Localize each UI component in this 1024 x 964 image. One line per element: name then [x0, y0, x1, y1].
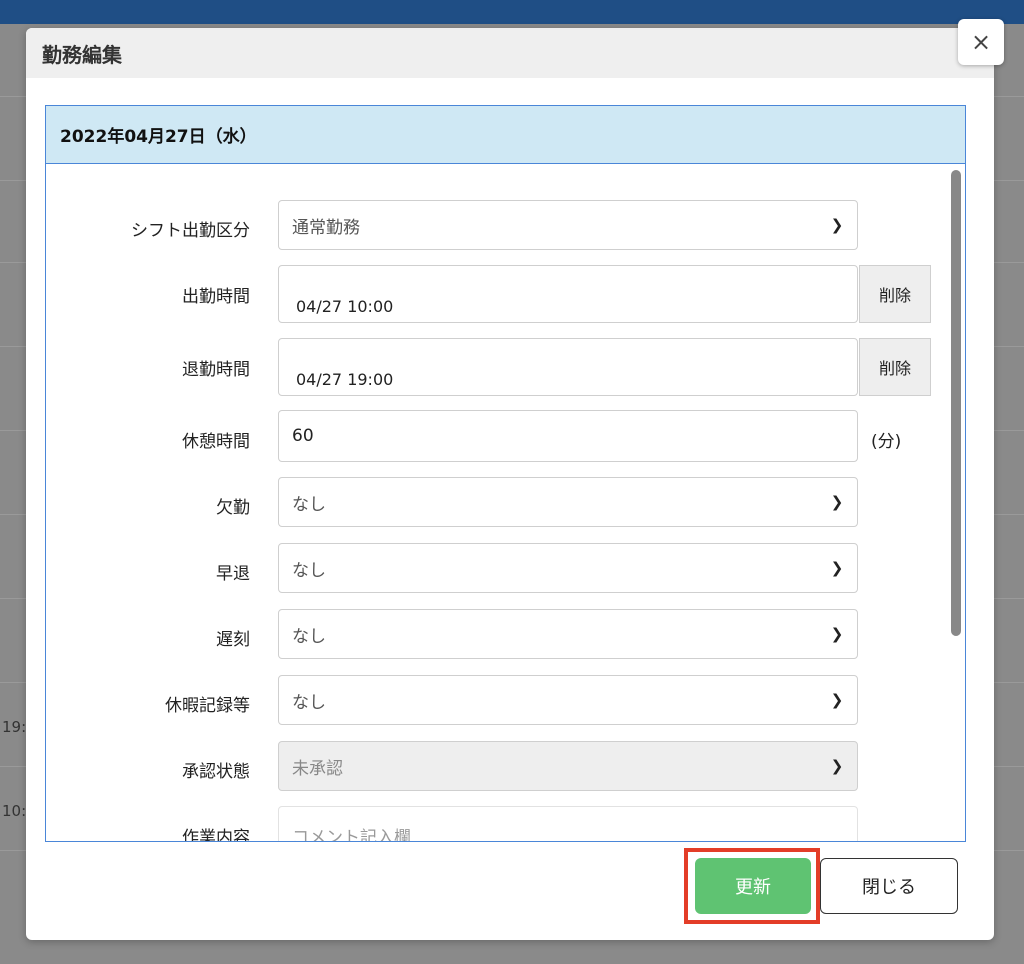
form-panel: 2022年04月27日（水） シフト出勤区分 通常勤務 ❯ 出勤時間 04/27… [45, 105, 966, 842]
early-leave-label: 早退 [216, 564, 250, 584]
leave-record-label: 休暇記録等 [165, 696, 250, 716]
close-icon[interactable]: × [958, 19, 1004, 65]
clock-in-input[interactable]: 04/27 10:00 [278, 265, 858, 323]
clock-in-delete-button[interactable]: 削除 [859, 265, 931, 323]
close-button[interactable]: 閉じる [820, 858, 958, 914]
late-value: なし [292, 626, 326, 647]
late-select[interactable]: なし ❯ [278, 609, 858, 659]
chevron-down-icon: ❯ [830, 757, 844, 775]
early-leave-value: なし [292, 560, 326, 581]
chevron-down-icon: ❯ [830, 559, 844, 577]
top-bar [0, 0, 1024, 24]
absence-value: なし [292, 494, 326, 515]
clock-out-input[interactable]: 04/27 19:00 [278, 338, 858, 396]
approval-select[interactable]: 未承認 ❯ [278, 741, 858, 791]
clock-out-label: 退勤時間 [182, 360, 250, 380]
approval-label: 承認状態 [182, 762, 250, 782]
absence-select[interactable]: なし ❯ [278, 477, 858, 527]
update-button-highlight [684, 848, 820, 924]
early-leave-select[interactable]: なし ❯ [278, 543, 858, 593]
modal-header: 勤務編集 [26, 28, 994, 78]
late-label: 遅刻 [216, 630, 250, 650]
work-content-label: 作業内容 [182, 828, 250, 842]
chevron-down-icon: ❯ [830, 216, 844, 234]
leave-record-value: なし [292, 692, 326, 713]
background-time-text: 10: [2, 802, 27, 820]
break-time-input[interactable]: 60 [278, 410, 858, 462]
chevron-down-icon: ❯ [830, 493, 844, 511]
date-header: 2022年04月27日（水） [46, 106, 965, 164]
modal-title: 勤務編集 [42, 43, 122, 67]
shift-type-select[interactable]: 通常勤務 ❯ [278, 200, 858, 250]
break-time-label: 休憩時間 [182, 432, 250, 452]
scrollbar-thumb[interactable] [951, 170, 961, 636]
chevron-down-icon: ❯ [830, 625, 844, 643]
background-time-text: 19: [2, 718, 27, 736]
leave-record-select[interactable]: なし ❯ [278, 675, 858, 725]
shift-type-label: シフト出勤区分 [131, 221, 250, 241]
break-time-unit: (分) [871, 432, 902, 452]
chevron-down-icon: ❯ [830, 691, 844, 709]
absence-label: 欠勤 [216, 498, 250, 518]
work-content-textarea[interactable]: コメント記入欄 [278, 806, 858, 841]
shift-type-value: 通常勤務 [292, 217, 360, 238]
clock-out-delete-button[interactable]: 削除 [859, 338, 931, 396]
approval-value: 未承認 [292, 758, 343, 779]
clock-in-label: 出勤時間 [182, 287, 250, 307]
